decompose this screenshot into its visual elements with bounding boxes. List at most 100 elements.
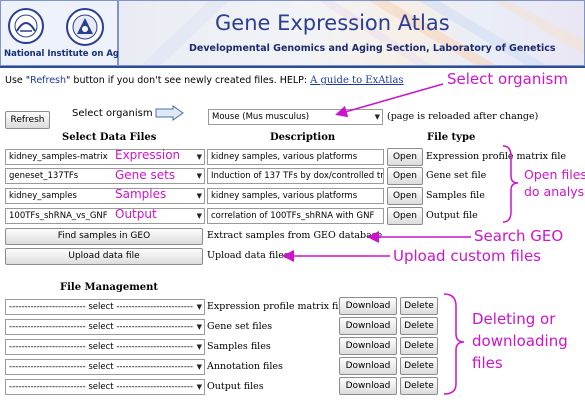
fm-geneset-download-button[interactable]: Download xyxy=(339,317,397,335)
chevron-down-icon: ▼ xyxy=(196,212,202,220)
annotation-upload-custom: Upload custom files xyxy=(393,247,541,265)
upload-description: Upload data files xyxy=(207,250,289,261)
expression-description-value: kidney samples, various platforms xyxy=(211,152,358,162)
organism-select[interactable]: Mouse (Mus musculus) ▼ xyxy=(208,109,383,125)
arrow-right-icon xyxy=(155,105,184,121)
chevron-down-icon: ▼ xyxy=(196,303,202,311)
annotation-output: Output xyxy=(115,207,157,221)
samples-description-value: kidney samples, various platforms xyxy=(211,191,358,201)
upload-data-file-button[interactable]: Upload data file xyxy=(5,248,203,265)
expression-description-input[interactable]: kidney samples, various platforms xyxy=(207,149,384,165)
annotation-deleting-line1: Deleting or xyxy=(472,310,556,328)
fm-annotation-select-value: ------------------------- select -------… xyxy=(9,362,194,372)
organism-select-value: Mouse (Mus musculus) xyxy=(212,112,310,122)
chevron-down-icon: ▼ xyxy=(196,153,202,161)
fm-annotation-select[interactable]: ------------------------- select -------… xyxy=(5,359,205,375)
description-header: Description xyxy=(270,132,336,143)
fm-expression-select[interactable]: ------------------------- select -------… xyxy=(5,299,205,315)
chevron-down-icon: ▼ xyxy=(196,383,202,391)
bracket-deleting xyxy=(443,293,465,395)
annotation-deleting-line2: downloading xyxy=(472,332,568,350)
open-output-button[interactable]: Open xyxy=(387,207,423,225)
geneset-file-value: geneset_137TFs xyxy=(9,171,79,181)
filetype-geneset: Gene set file xyxy=(426,170,487,181)
fm-samples-label: Samples files xyxy=(207,341,271,352)
annotation-deleting-line3: files xyxy=(472,354,503,372)
fm-annotation-delete-button[interactable]: Delete xyxy=(400,357,438,375)
open-expression-button[interactable]: Open xyxy=(387,148,423,166)
chevron-down-icon: ▼ xyxy=(196,192,202,200)
open-geneset-button[interactable]: Open xyxy=(387,167,423,185)
chevron-down-icon: ▼ xyxy=(196,172,202,180)
page-header: National Institute on Aging Gene Express… xyxy=(0,0,585,68)
fm-output-delete-button[interactable]: Delete xyxy=(400,377,438,395)
info-bar: Use "Refresh" button if you don't see ne… xyxy=(5,75,404,86)
fm-annotation-label: Annotation files xyxy=(207,361,283,372)
info-refresh-word: Refresh xyxy=(30,75,67,86)
chevron-down-icon: ▼ xyxy=(196,323,202,331)
fm-geneset-label: Gene set files xyxy=(207,321,273,332)
output-file-select[interactable]: 100TFs_shRNA_vs_GNF ▼ xyxy=(5,208,205,224)
filetype-header: File type xyxy=(427,132,476,143)
info-prefix: Use " xyxy=(5,75,31,86)
filetype-expression: Expression profile matrix file xyxy=(426,151,566,162)
fm-expression-select-value: ------------------------- select -------… xyxy=(9,302,194,312)
open-samples-button[interactable]: Open xyxy=(387,187,423,205)
page-subtitle: Developmental Genomics and Aging Section… xyxy=(189,43,556,54)
fm-geneset-select-value: ------------------------- select -------… xyxy=(9,322,194,332)
nia-logo-panel: National Institute on Aging xyxy=(0,0,134,66)
annotation-open-files: Open files, do analysis xyxy=(524,166,585,200)
annotation-expression: Expression xyxy=(115,148,181,162)
output-file-value: 100TFs_shRNA_vs_GNF xyxy=(9,211,108,221)
fm-output-select[interactable]: ------------------------- select -------… xyxy=(5,379,205,395)
file-management-header: File Management xyxy=(60,282,159,293)
fm-samples-select[interactable]: ------------------------- select -------… xyxy=(5,339,205,355)
fm-samples-download-button[interactable]: Download xyxy=(339,337,397,355)
fm-output-label: Output files xyxy=(207,381,264,392)
info-suffix: " button if you don't see newly created … xyxy=(66,75,311,86)
fm-expression-label: Expression profile matrix files xyxy=(207,301,352,312)
annotation-select-organism: Select organism xyxy=(447,70,568,88)
fm-output-select-value: ------------------------- select -------… xyxy=(9,382,194,392)
fm-output-download-button[interactable]: Download xyxy=(339,377,397,395)
annotation-deleting: Deleting or downloading files xyxy=(472,308,568,374)
fm-annotation-download-button[interactable]: Download xyxy=(339,357,397,375)
samples-file-value: kidney_samples xyxy=(9,191,77,201)
fm-expression-delete-button[interactable]: Delete xyxy=(400,297,438,315)
geneset-description-value: Induction of 137 TFs by dox/controlled t… xyxy=(211,171,384,181)
fm-expression-download-button[interactable]: Download xyxy=(339,297,397,315)
page-title: Gene Expression Atlas xyxy=(215,11,450,35)
fm-samples-delete-button[interactable]: Delete xyxy=(400,337,438,355)
annotation-search-geo: Search GEO xyxy=(474,227,564,245)
chevron-down-icon: ▼ xyxy=(196,343,202,351)
select-organism-label: Select organism xyxy=(72,108,153,119)
filetype-output: Output file xyxy=(426,210,478,221)
annotation-gene-sets: Gene sets xyxy=(115,168,176,182)
filetype-samples: Samples file xyxy=(426,190,485,201)
output-description-value: correlation of 100TFs_shRNA with GNF xyxy=(211,211,375,221)
annotation-samples: Samples xyxy=(115,187,167,201)
fm-geneset-delete-button[interactable]: Delete xyxy=(400,317,438,335)
logo-caption: National Institute on Aging xyxy=(4,49,135,59)
fm-samples-select-value: ------------------------- select -------… xyxy=(9,342,194,352)
header-divider xyxy=(0,66,585,68)
fm-geneset-select[interactable]: ------------------------- select -------… xyxy=(5,319,205,335)
annotation-open-files-line2: do analysis xyxy=(524,184,585,199)
help-guide-link[interactable]: A guide to ExAtlas xyxy=(310,75,403,86)
geneset-description-input[interactable]: Induction of 137 TFs by dox/controlled t… xyxy=(207,168,384,184)
organism-note: (page is reloaded after change) xyxy=(387,111,539,122)
chevron-down-icon: ▼ xyxy=(374,113,380,121)
refresh-button[interactable]: Refresh xyxy=(5,111,50,129)
samples-file-select[interactable]: kidney_samples ▼ xyxy=(5,188,205,204)
title-banner: Gene Expression Atlas Developmental Geno… xyxy=(118,0,585,66)
annotation-open-files-line1: Open files, xyxy=(524,167,585,182)
nia-seal-icon xyxy=(66,8,104,46)
select-data-files-header: Select Data Files xyxy=(62,132,157,143)
find-samples-geo-button[interactable]: Find samples in GEO xyxy=(5,228,203,245)
output-description-input[interactable]: correlation of 100TFs_shRNA with GNF xyxy=(207,208,384,224)
chevron-down-icon: ▼ xyxy=(196,363,202,371)
expression-file-value: kidney_samples-matrix xyxy=(9,152,108,162)
samples-description-input[interactable]: kidney samples, various platforms xyxy=(207,188,384,204)
find-geo-description: Extract samples from GEO database xyxy=(207,230,383,241)
nih-seal-icon xyxy=(8,8,44,44)
